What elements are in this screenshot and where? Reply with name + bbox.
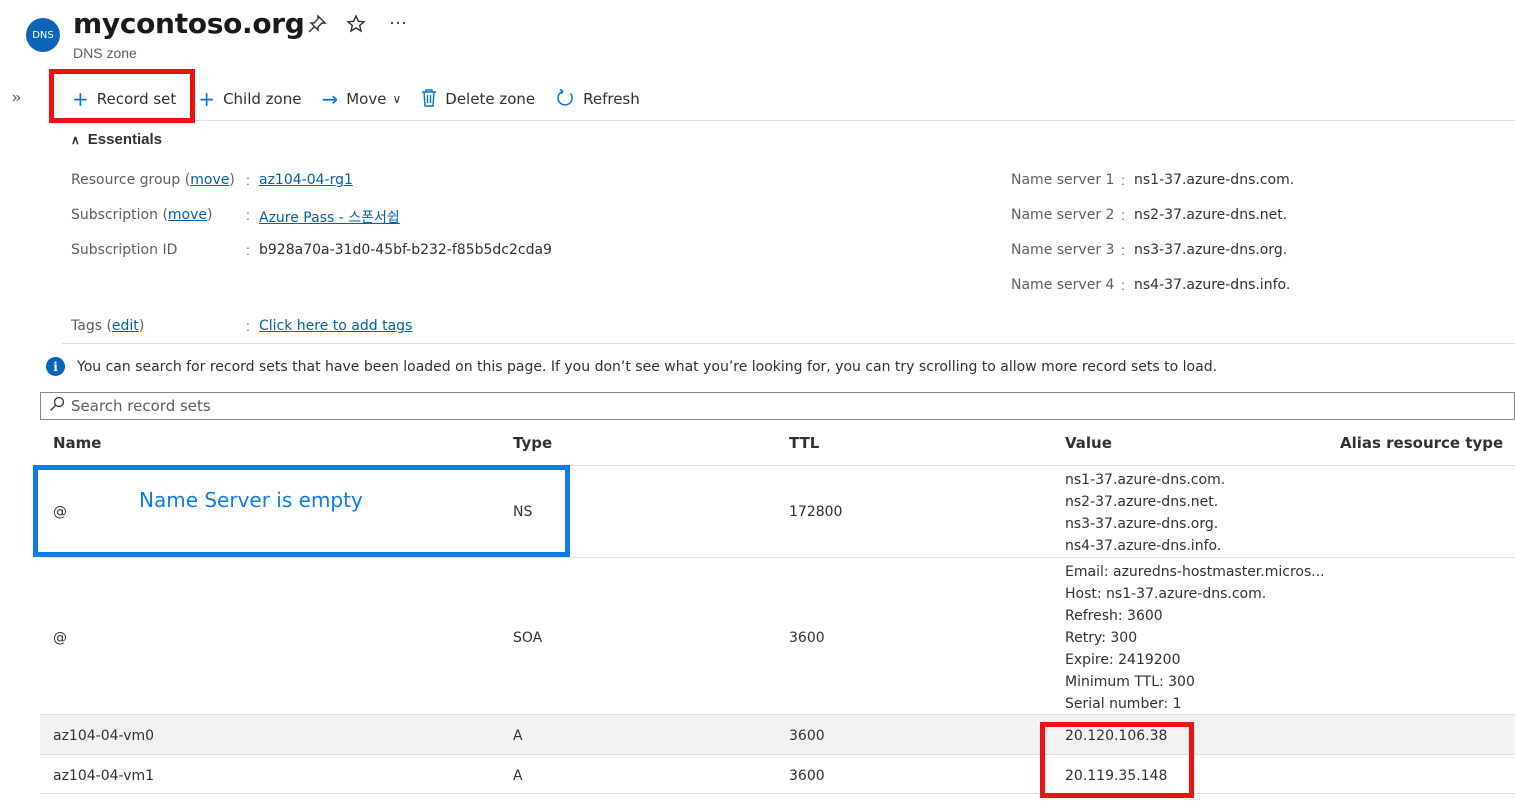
resource-group-label-text: Resource group [71, 172, 181, 188]
name-server-4-value: ns4-37.azure-dns.info. [1134, 277, 1291, 293]
delete-zone-label: Delete zone [445, 90, 536, 108]
value-line: Serial number: 1 [1065, 696, 1182, 712]
column-header-value[interactable]: Value [1065, 434, 1112, 452]
star-icon[interactable] [346, 14, 366, 39]
search-input[interactable] [71, 397, 1471, 415]
value-line: Expire: 2419200 [1065, 652, 1181, 668]
cell-ttl: 3600 [789, 768, 825, 784]
child-zone-label: Child zone [223, 90, 302, 108]
subscription-id-value: b928a70a-31d0-45bf-b232-f85b5dc2cda9 [259, 242, 552, 258]
search-icon [49, 396, 65, 416]
value-line: Minimum TTL: 300 [1065, 674, 1195, 690]
refresh-button[interactable]: Refresh [545, 82, 650, 116]
cell-value: Email: azuredns-hostmaster.micros... Hos… [1065, 561, 1325, 715]
info-message-bar: i You can search for record sets that ha… [46, 357, 1217, 376]
resource-group-label: Resource group (move) [71, 172, 235, 188]
info-icon: i [46, 357, 65, 376]
name-server-2-value: ns2-37.azure-dns.net. [1134, 207, 1288, 223]
cell-name[interactable]: @ [53, 630, 67, 646]
trash-icon [421, 88, 437, 111]
move-button[interactable]: → Move ∨ [311, 82, 411, 116]
value-line: Email: azuredns-hostmaster.micros... [1065, 564, 1325, 580]
page-subtitle: DNS zone [73, 45, 137, 61]
value-line: ns3-37.azure-dns.org. [1065, 516, 1219, 532]
add-tags-link[interactable]: Click here to add tags [259, 318, 412, 334]
cell-ttl: 172800 [789, 504, 843, 520]
essentials-toggle[interactable]: ∧ Essentials [71, 131, 162, 148]
search-record-sets[interactable] [40, 392, 1515, 420]
name-server-1-label: Name server 1 [1011, 172, 1115, 188]
cell-type: A [513, 728, 523, 744]
colon: : [1121, 277, 1125, 293]
column-header-ttl[interactable]: TTL [789, 434, 819, 452]
name-server-2-label: Name server 2 [1011, 207, 1115, 223]
colon: : [1121, 242, 1125, 258]
column-header-alias-resource-type[interactable]: Alias resource type [1340, 434, 1503, 452]
cell-type: SOA [513, 630, 543, 646]
info-message: You can search for record sets that have… [77, 358, 1218, 375]
subscription-move-link[interactable]: move [168, 207, 207, 223]
essentials-heading: Essentials [87, 131, 163, 148]
colon: : [1121, 172, 1125, 188]
column-header-type[interactable]: Type [513, 434, 552, 452]
tags-label-text: Tags [71, 318, 102, 334]
delete-zone-button[interactable]: Delete zone [411, 82, 545, 116]
value-line: ns2-37.azure-dns.net. [1065, 494, 1219, 510]
tags-edit-link[interactable]: edit [112, 318, 139, 334]
table-row[interactable]: az104-04-vm0 A 3600 20.120.106.38 [40, 714, 1515, 754]
name-server-1-value: ns1-37.azure-dns.com. [1134, 172, 1295, 188]
table-row[interactable]: @ SOA 3600 Email: azuredns-hostmaster.mi… [40, 557, 1515, 714]
tags-label: Tags (edit) [71, 318, 145, 334]
page-header: DNS mycontoso.org DNS zone ··· [0, 0, 1515, 70]
colon: : [246, 172, 250, 188]
cell-name[interactable]: az104-04-vm1 [53, 768, 154, 784]
value-line: ns1-37.azure-dns.com. [1065, 472, 1226, 488]
expand-sidebar-icon[interactable]: » [12, 89, 21, 107]
refresh-label: Refresh [583, 90, 640, 108]
resource-group-move-link[interactable]: move [190, 172, 229, 188]
subscription-id-label: Subscription ID [71, 242, 178, 258]
value-line: Retry: 300 [1065, 630, 1138, 646]
arrow-right-icon: → [321, 87, 339, 111]
value-line: ns4-37.azure-dns.info. [1065, 538, 1222, 554]
ip-address-highlight [1040, 722, 1194, 798]
name-server-3-label: Name server 3 [1011, 242, 1115, 258]
cell-ttl: 3600 [789, 728, 825, 744]
refresh-icon [555, 88, 575, 111]
page-title: mycontoso.org [73, 7, 305, 40]
subscription-value-link[interactable]: Azure Pass - 스폰서쉽 [259, 207, 400, 227]
name-server-4-label: Name server 4 [1011, 277, 1115, 293]
pin-icon[interactable] [307, 14, 327, 39]
cell-value: ns1-37.azure-dns.com. ns2-37.azure-dns.n… [1065, 469, 1225, 557]
subscription-label-text: Subscription [71, 207, 158, 223]
move-label: Move [346, 90, 387, 108]
cell-ttl: 3600 [789, 630, 825, 646]
value-line: Refresh: 3600 [1065, 608, 1163, 624]
plus-icon: + [198, 87, 216, 111]
colon: : [246, 242, 250, 258]
annotation-label: Name Server is empty [139, 488, 363, 512]
add-child-zone-button[interactable]: + Child zone [188, 82, 311, 116]
name-server-3-value: ns3-37.azure-dns.org. [1134, 242, 1288, 258]
resource-group-value-link[interactable]: az104-04-rg1 [259, 172, 353, 188]
record-set-highlight [49, 69, 195, 123]
subscription-label: Subscription (move) [71, 207, 213, 223]
chevron-down-icon: ∨ [392, 92, 402, 106]
cell-type: A [513, 768, 523, 784]
more-icon[interactable]: ··· [389, 12, 407, 33]
colon: : [246, 207, 250, 223]
column-header-name[interactable]: Name [53, 434, 101, 452]
dns-zone-logo: DNS [26, 18, 60, 52]
table-row[interactable]: az104-04-vm1 A 3600 20.119.35.148 [40, 754, 1515, 794]
cell-name[interactable]: az104-04-vm0 [53, 728, 154, 744]
toolbar-divider [62, 120, 1515, 121]
colon: : [246, 318, 250, 334]
chevron-up-icon: ∧ [71, 132, 80, 147]
colon: : [1121, 207, 1125, 223]
value-line: Host: ns1-37.azure-dns.com. [1065, 586, 1267, 602]
essentials-divider [62, 343, 1515, 344]
